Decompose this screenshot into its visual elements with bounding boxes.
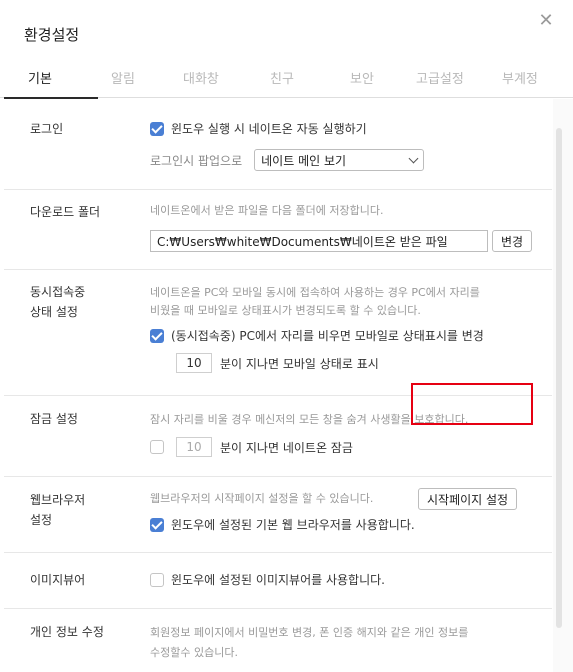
download-desc: 네이트온에서 받은 파일을 다음 폴더에 저장합니다. xyxy=(150,204,384,217)
settings-content: 로그인 윈도우 실행 시 네이트온 자동 실행하기 로그인시 팝업으로 네이트 … xyxy=(0,99,552,672)
tab-basic[interactable]: 기본 xyxy=(28,68,52,87)
section-label-concurrent-2: 상태 설정 xyxy=(30,305,78,319)
auto-run-label: 윈도우 실행 시 네이트온 자동 실행하기 xyxy=(171,122,367,136)
section-concurrent: 동시접속중 상태 설정 네이트온을 PC와 모바일 동시에 접속하여 사용하는 … xyxy=(4,270,552,396)
section-label-browser-1: 웹브라우저 xyxy=(30,493,86,507)
image-viewer-option[interactable]: 윈도우에 설정된 이미지뷰어를 사용합니다. xyxy=(150,571,385,588)
browser-checkbox[interactable] xyxy=(150,517,164,532)
auto-run-option[interactable]: 윈도우 실행 시 네이트온 자동 실행하기 xyxy=(150,120,367,137)
login-popup-label: 로그인시 팝업으로 xyxy=(150,153,243,168)
tab-sub-account[interactable]: 부계정 xyxy=(502,68,538,87)
browser-desc-row: 웹브라우저의 시작페이지 설정을 할 수 있습니다. xyxy=(150,488,373,509)
login-popup-selected: 네이트 메인 보기 xyxy=(261,153,347,168)
section-browser: 웹브라우저 설정 웹브라우저의 시작페이지 설정을 할 수 있습니다. 시작페이… xyxy=(4,477,552,553)
lock-desc: 잠시 자리를 비울 경우 메신저의 모든 창을 숨겨 사생활을 보호합니다. xyxy=(150,413,469,426)
tab-notification[interactable]: 알림 xyxy=(111,68,135,87)
start-page-row: 시작페이지 설정 xyxy=(418,488,518,510)
privacy-desc-row-1: 회원정보 페이지에서 비밀번호 변경, 폰 인증 해지와 같은 개인 정보를 xyxy=(150,622,468,643)
section-label-privacy: 개인 정보 수정 xyxy=(30,625,104,639)
settings-window: 환경설정 ✕ 기본 알림 대화창 친구 보안 고급설정 부계정 로그인 윈도우 … xyxy=(0,0,573,672)
window-title: 환경설정 xyxy=(24,26,80,44)
close-icon[interactable]: ✕ xyxy=(535,10,557,32)
section-image-viewer: 이미지뷰어 윈도우에 설정된 이미지뷰어를 사용합니다. xyxy=(4,553,552,609)
download-path-input[interactable]: C:₩Users₩white₩Documents₩네이트온 받은 파일 xyxy=(150,230,488,252)
concurrent-option-label: (동시접속중) PC에서 자리를 비우면 모바일로 상태표시를 변경 xyxy=(171,329,484,343)
section-lock: 잠금 설정 잠시 자리를 비울 경우 메신저의 모든 창을 숨겨 사생활을 보호… xyxy=(4,396,552,477)
download-path-row: C:₩Users₩white₩Documents₩네이트온 받은 파일 변경 xyxy=(150,230,533,252)
section-label-download: 다운로드 폴더 xyxy=(30,205,101,219)
start-page-button[interactable]: 시작페이지 설정 xyxy=(418,488,518,510)
lock-minutes-label: 분이 지나면 네이트온 잠금 xyxy=(220,440,353,455)
section-label-login: 로그인 xyxy=(30,122,64,136)
lock-desc-row: 잠시 자리를 비울 경우 메신저의 모든 창을 숨겨 사생활을 보호합니다. xyxy=(150,409,468,430)
section-download: 다운로드 폴더 네이트온에서 받은 파일을 다음 폴더에 저장합니다. C:₩U… xyxy=(4,190,552,270)
concurrent-desc-row-2: 비웠을 때 모바일로 상태표시가 변경되도록 할 수 있습니다. xyxy=(150,300,421,321)
change-folder-button[interactable]: 변경 xyxy=(492,230,533,252)
concurrent-checkbox[interactable] xyxy=(150,328,164,343)
login-popup-row: 로그인시 팝업으로 네이트 메인 보기 xyxy=(150,149,425,171)
download-desc-row: 네이트온에서 받은 파일을 다음 폴더에 저장합니다. xyxy=(150,200,384,221)
concurrent-minutes-input[interactable]: 10 xyxy=(176,353,212,373)
tab-bar: 기본 알림 대화창 친구 보안 고급설정 부계정 xyxy=(0,60,573,99)
scrollbar-thumb[interactable] xyxy=(556,128,562,628)
lock-option-row: 10 분이 지나면 네이트온 잠금 xyxy=(150,437,353,457)
privacy-desc-1: 회원정보 페이지에서 비밀번호 변경, 폰 인증 해지와 같은 개인 정보를 xyxy=(150,626,469,639)
tab-friends[interactable]: 친구 xyxy=(270,68,294,87)
login-popup-select[interactable]: 네이트 메인 보기 xyxy=(254,149,425,171)
section-login: 로그인 윈도우 실행 시 네이트온 자동 실행하기 로그인시 팝업으로 네이트 … xyxy=(4,99,552,190)
browser-option-label: 윈도우에 설정된 기본 웹 브라우저를 사용합니다. xyxy=(171,518,415,532)
image-viewer-checkbox[interactable] xyxy=(150,572,164,587)
browser-desc: 웹브라우저의 시작페이지 설정을 할 수 있습니다. xyxy=(150,492,374,505)
privacy-desc-2: 수정할수 있습니다. xyxy=(150,646,238,659)
concurrent-minutes-row: 10 분이 지나면 모바일 상태로 표시 xyxy=(176,353,379,373)
tab-advanced[interactable]: 고급설정 xyxy=(416,68,464,87)
section-label-image-viewer: 이미지뷰어 xyxy=(30,573,86,587)
section-label-browser-2: 설정 xyxy=(30,513,53,527)
section-privacy: 개인 정보 수정 회원정보 페이지에서 비밀번호 변경, 폰 인증 해지와 같은… xyxy=(4,609,552,672)
section-label-lock: 잠금 설정 xyxy=(30,412,78,426)
browser-option[interactable]: 윈도우에 설정된 기본 웹 브라우저를 사용합니다. xyxy=(150,516,415,533)
concurrent-minutes-label: 분이 지나면 모바일 상태로 표시 xyxy=(220,356,379,371)
concurrent-option[interactable]: (동시접속중) PC에서 자리를 비우면 모바일로 상태표시를 변경 xyxy=(150,327,484,344)
privacy-desc-row-2: 수정할수 있습니다. xyxy=(150,642,238,663)
image-viewer-option-label: 윈도우에 설정된 이미지뷰어를 사용합니다. xyxy=(171,573,385,587)
section-label-concurrent-1: 동시접속중 xyxy=(30,285,86,299)
lock-minutes-input[interactable]: 10 xyxy=(176,437,212,457)
concurrent-desc-2: 비웠을 때 모바일로 상태표시가 변경되도록 할 수 있습니다. xyxy=(150,304,421,317)
auto-run-checkbox[interactable] xyxy=(150,121,164,136)
tab-chat-window[interactable]: 대화창 xyxy=(183,68,219,87)
lock-checkbox[interactable] xyxy=(150,440,164,454)
tab-security[interactable]: 보안 xyxy=(350,68,374,87)
chevron-down-icon xyxy=(408,153,419,163)
